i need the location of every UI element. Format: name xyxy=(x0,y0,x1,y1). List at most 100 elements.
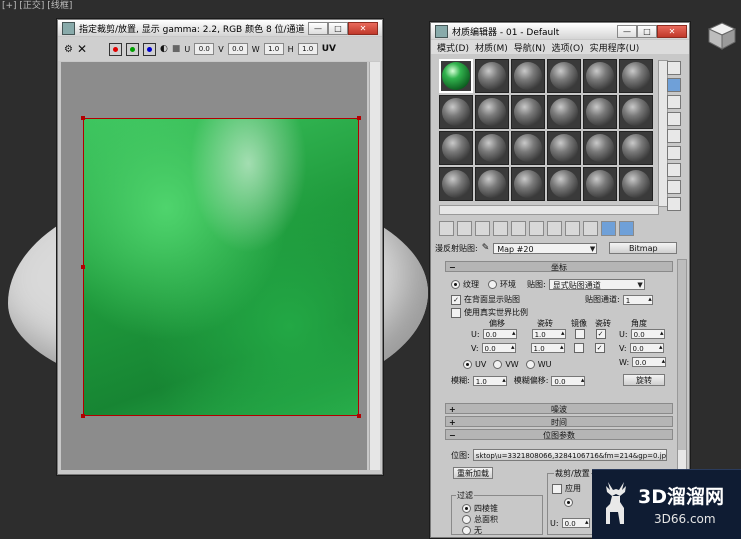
parameters-scroll-thumb[interactable] xyxy=(678,260,686,450)
u-angle-field[interactable]: 0.0 xyxy=(630,328,665,339)
h-field[interactable]: 1.0 xyxy=(297,43,318,55)
material-slot[interactable] xyxy=(619,95,653,129)
material-slot[interactable] xyxy=(511,131,545,165)
map-type-button[interactable]: Bitmap xyxy=(609,242,678,254)
uv-radio[interactable] xyxy=(463,360,472,369)
maximize-button[interactable]: □ xyxy=(328,22,348,35)
menu-navigation[interactable]: 导航(N) xyxy=(514,41,546,54)
show-end-result-icon[interactable] xyxy=(583,221,598,236)
close-button[interactable]: ✕ xyxy=(348,22,378,35)
viewcube-icon[interactable] xyxy=(706,20,738,52)
crop-radio[interactable] xyxy=(564,498,573,507)
crop-handle-bl[interactable] xyxy=(81,414,85,418)
backlight-icon[interactable] xyxy=(667,78,681,92)
filter-pyramidal-radio[interactable] xyxy=(462,504,471,513)
material-slot[interactable] xyxy=(439,167,473,201)
blue-channel-toggle[interactable] xyxy=(143,42,157,56)
jade-texture-image[interactable] xyxy=(81,116,361,418)
wu-radio[interactable] xyxy=(525,360,535,369)
v-angle-field[interactable]: 0.0 xyxy=(629,342,664,353)
menu-material[interactable]: 材质(M) xyxy=(475,41,508,54)
crop-handle-tl[interactable] xyxy=(81,116,85,120)
u-tile-checkbox[interactable]: ✓ xyxy=(595,329,606,339)
material-navigator-icon[interactable] xyxy=(667,197,681,211)
material-id-icon[interactable] xyxy=(547,221,562,236)
eyedropper-icon[interactable]: ✎ xyxy=(482,243,490,253)
material-slot[interactable] xyxy=(475,59,509,93)
material-slot[interactable] xyxy=(475,167,509,201)
material-slot[interactable] xyxy=(511,59,545,93)
menu-options[interactable]: 选项(O) xyxy=(552,41,584,54)
w-angle-field[interactable]: 0.0 xyxy=(632,356,667,367)
vw-radio[interactable] xyxy=(493,360,503,369)
texture-radio[interactable] xyxy=(451,280,460,289)
uv-tiling-icon[interactable] xyxy=(667,112,681,126)
material-slot[interactable] xyxy=(583,59,617,93)
reload-button[interactable]: 重新加载 xyxy=(453,467,493,479)
material-slot[interactable] xyxy=(439,131,473,165)
alpha-icon[interactable]: ◐ xyxy=(160,44,168,54)
green-channel-toggle[interactable] xyxy=(126,42,140,56)
minimize-button[interactable]: — xyxy=(308,22,328,35)
material-slot[interactable] xyxy=(547,59,581,93)
material-slot[interactable] xyxy=(583,95,617,129)
sample-type-icon[interactable] xyxy=(667,61,681,75)
video-color-icon[interactable] xyxy=(667,129,681,143)
time-rollout-header[interactable]: + 时间 xyxy=(445,416,673,427)
make-unique-icon[interactable] xyxy=(511,221,526,236)
u-tiling-field[interactable]: 1.0 xyxy=(531,328,566,339)
map-name-dropdown[interactable]: Map #20 xyxy=(493,242,598,255)
material-slot[interactable] xyxy=(439,59,473,93)
crop-handle-l[interactable] xyxy=(81,265,85,269)
material-slot[interactable] xyxy=(439,95,473,129)
u-offset-field[interactable]: 0.0 xyxy=(482,328,517,339)
material-slot[interactable] xyxy=(547,95,581,129)
menu-mode[interactable]: 模式(D) xyxy=(437,41,469,54)
material-slot[interactable] xyxy=(475,131,509,165)
close-crop-icon[interactable]: ✕ xyxy=(77,42,87,56)
options-icon[interactable] xyxy=(667,163,681,177)
background-icon[interactable] xyxy=(667,95,681,109)
settings-icon[interactable]: ⚙ xyxy=(64,44,73,55)
u-mirror-checkbox[interactable] xyxy=(574,329,585,339)
real-world-checkbox[interactable] xyxy=(451,307,461,318)
crop-handle-tr[interactable] xyxy=(357,116,361,120)
go-to-parent-icon[interactable] xyxy=(601,221,616,236)
me-minimize-button[interactable]: — xyxy=(617,25,637,38)
menu-utilities[interactable]: 实用程序(U) xyxy=(590,41,640,54)
show-shaded-icon[interactable] xyxy=(565,221,580,236)
noise-rollout-header[interactable]: + 噪波 xyxy=(445,403,673,414)
filter-none-radio[interactable] xyxy=(462,526,471,535)
material-slot[interactable] xyxy=(547,131,581,165)
viewport-label[interactable]: [+] [正交] [线框] xyxy=(2,0,72,11)
material-slot[interactable] xyxy=(547,167,581,201)
material-slot[interactable] xyxy=(583,131,617,165)
mono-icon[interactable]: ■ xyxy=(172,44,181,54)
get-material-icon[interactable] xyxy=(439,221,454,236)
v-tiling-field[interactable]: 1.0 xyxy=(530,342,565,353)
material-slot[interactable] xyxy=(619,167,653,201)
crop-u-field[interactable]: 0.0 xyxy=(561,517,590,528)
go-forward-sibling-icon[interactable] xyxy=(619,221,634,236)
rotate-button[interactable]: 旋转 xyxy=(623,374,665,386)
show-on-back-checkbox[interactable]: ✓ xyxy=(451,294,461,305)
crop-vertical-scrollbar[interactable] xyxy=(369,62,380,470)
blur-offset-field[interactable]: 0.0 xyxy=(551,375,586,386)
material-slot[interactable] xyxy=(511,167,545,201)
reset-map-icon[interactable] xyxy=(493,221,508,236)
material-slot[interactable] xyxy=(619,59,653,93)
material-slot[interactable] xyxy=(619,131,653,165)
bitmap-params-header[interactable]: − 位图参数 xyxy=(445,429,673,440)
blur-field[interactable]: 1.0 xyxy=(472,375,507,386)
v-offset-field[interactable]: 0.0 xyxy=(481,342,516,353)
uv-toggle[interactable]: UV xyxy=(322,44,336,54)
map-channel-field[interactable]: 1 xyxy=(622,294,653,305)
me-close-button[interactable]: ✕ xyxy=(657,25,687,38)
assign-to-selection-icon[interactable] xyxy=(475,221,490,236)
slots-horizontal-scrollbar[interactable] xyxy=(439,205,659,215)
v-tile-checkbox[interactable]: ✓ xyxy=(594,343,605,353)
w-field[interactable]: 1.0 xyxy=(263,43,284,55)
material-slot[interactable] xyxy=(475,95,509,129)
put-to-library-icon[interactable] xyxy=(529,221,544,236)
filter-summed-radio[interactable] xyxy=(462,515,471,524)
